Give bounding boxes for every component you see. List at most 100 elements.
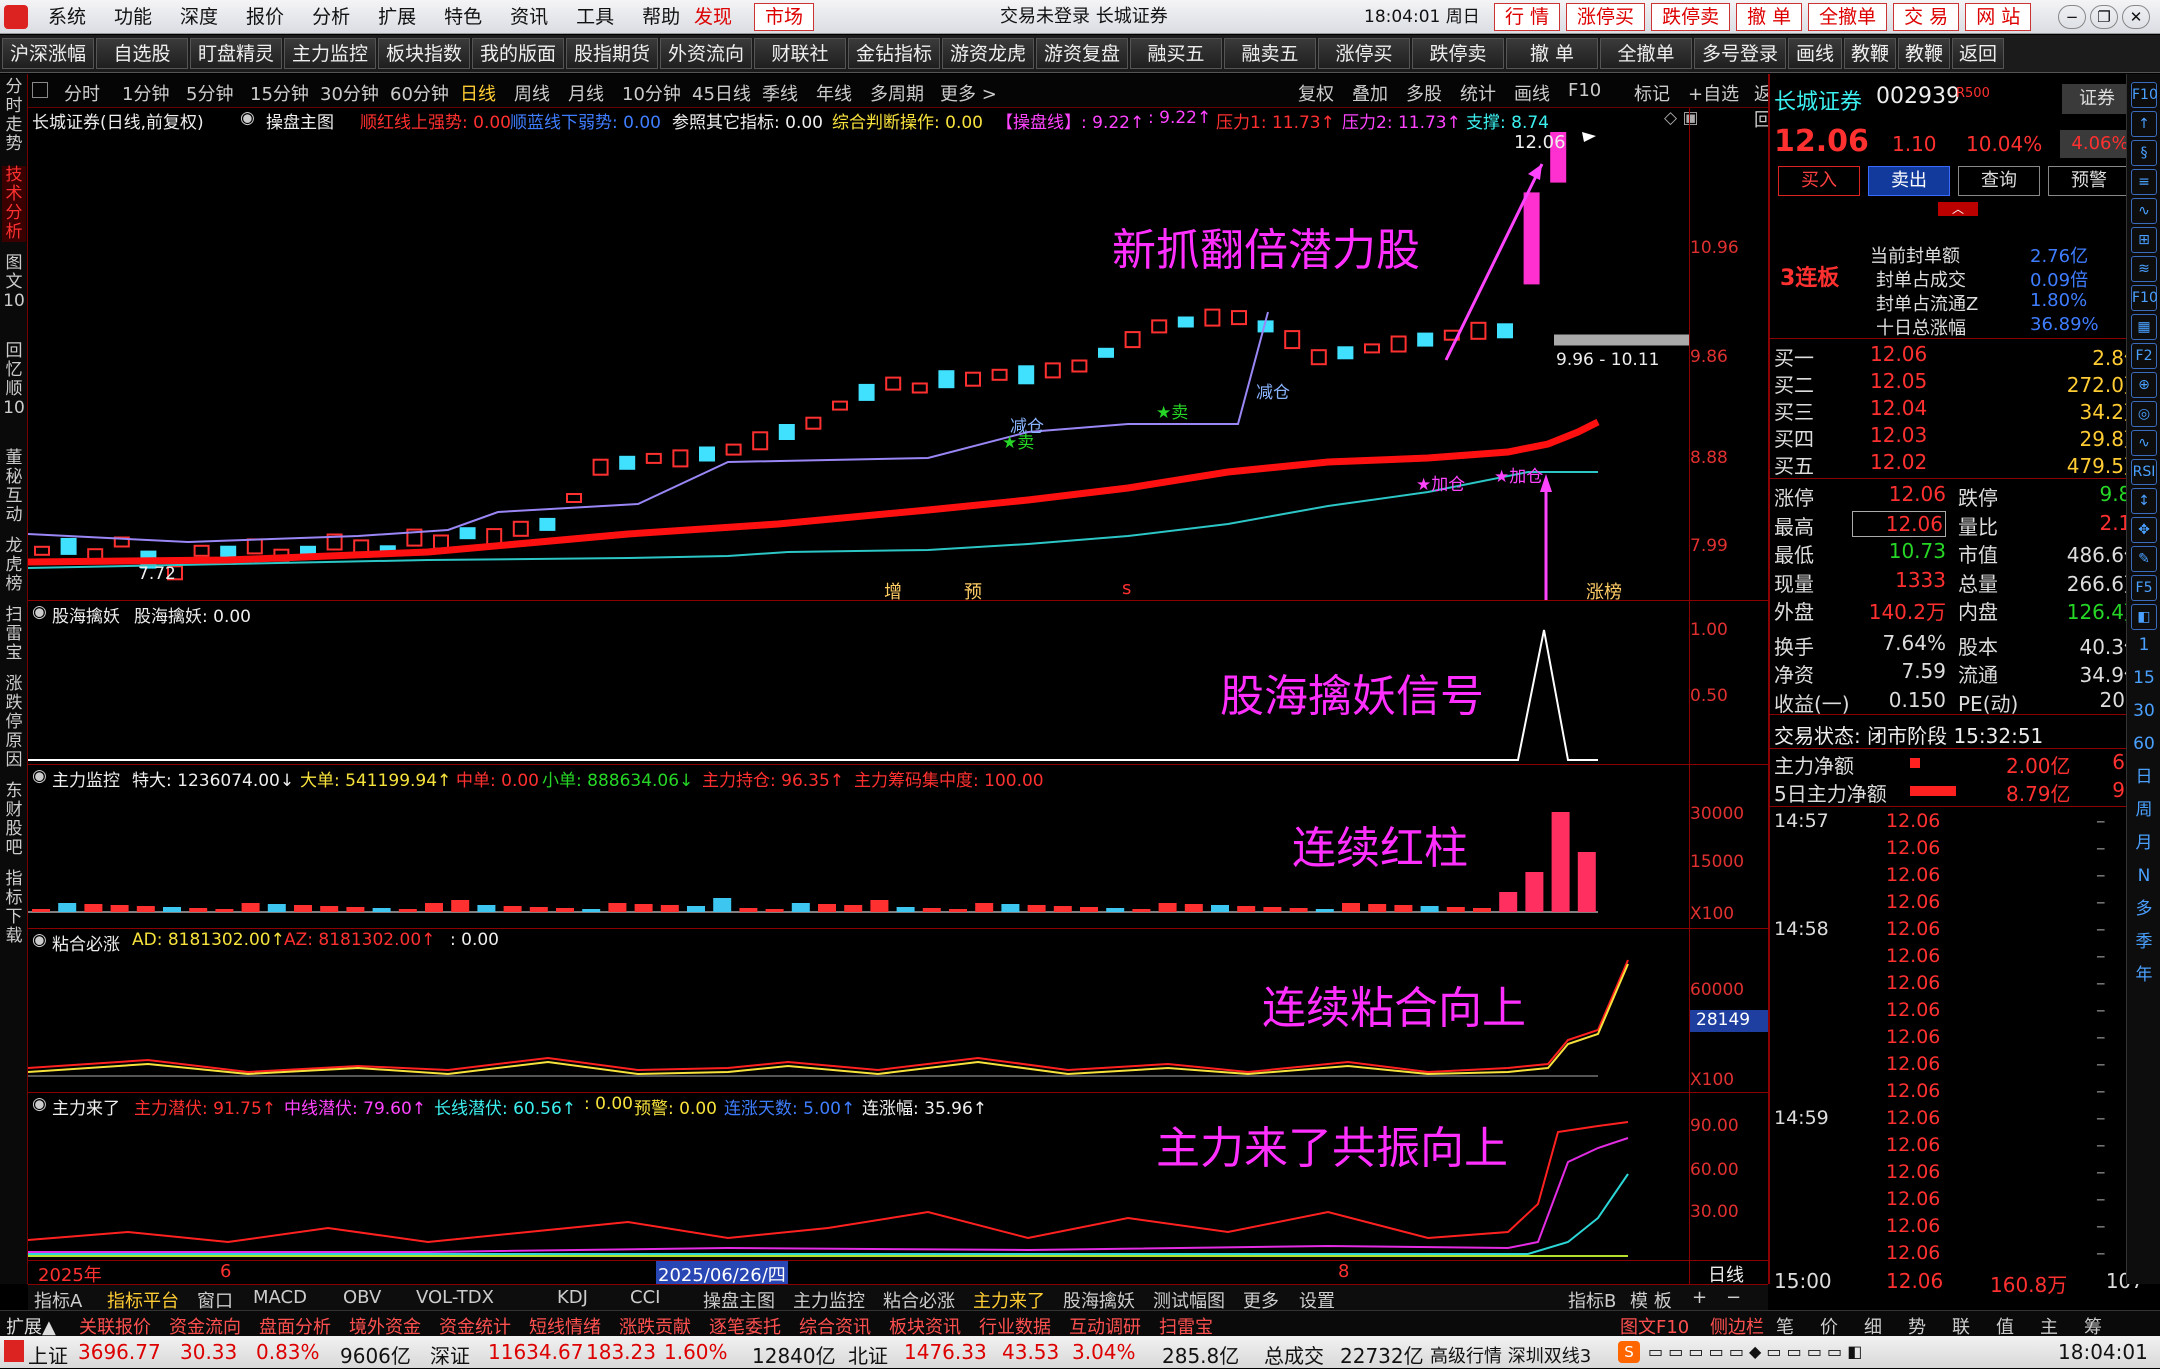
- indicator-gear-icon[interactable]: ◉: [240, 108, 255, 128]
- title-action-3[interactable]: 撤 单: [1736, 3, 1803, 31]
- alert-button[interactable]: 预警: [2048, 166, 2130, 196]
- side-icon-27[interactable]: 多: [2131, 897, 2157, 923]
- side-icon-12[interactable]: ∿: [2131, 430, 2157, 456]
- collapse-icon[interactable]: ︿: [1938, 202, 1978, 216]
- side-icon-21[interactable]: 30: [2131, 699, 2157, 725]
- toolbar-21[interactable]: 教鞭B: [1898, 38, 1950, 96]
- left-nav-4[interactable]: 董秘互动: [2, 449, 26, 525]
- stock-category[interactable]: 证券: [2062, 84, 2132, 114]
- title-action-4[interactable]: 全撤单: [1808, 3, 1888, 31]
- period-6[interactable]: 日线: [460, 80, 496, 106]
- toolbar-6[interactable]: 股指期货: [566, 38, 658, 69]
- menu-0[interactable]: 系统: [34, 0, 100, 34]
- left-nav-8[interactable]: 东财股吧: [2, 782, 26, 858]
- side-icon-25[interactable]: 月: [2131, 831, 2157, 857]
- side-icon-10[interactable]: ⊕: [2131, 372, 2157, 398]
- side-icon-5[interactable]: ⊞: [2131, 227, 2157, 253]
- side-icon-24[interactable]: 周: [2131, 798, 2157, 824]
- period-0[interactable]: 分时: [64, 80, 100, 106]
- period-tool-6[interactable]: 标记: [1634, 80, 1670, 106]
- sogou-icon[interactable]: S: [1618, 1341, 1640, 1363]
- toolbar-15[interactable]: 跌停卖: [1412, 38, 1504, 69]
- toolbar-3[interactable]: 主力监控: [284, 38, 376, 69]
- title-action-0[interactable]: 行 情: [1494, 3, 1561, 31]
- period-10[interactable]: 45日线: [692, 80, 751, 106]
- title-action-2[interactable]: 跌停卖: [1651, 3, 1731, 31]
- minimize-icon[interactable]: −: [2058, 5, 2086, 29]
- toolbar-9[interactable]: 金钻指标: [848, 38, 940, 69]
- side-icon-14[interactable]: ↕: [2131, 488, 2157, 514]
- menu-2[interactable]: 深度: [166, 0, 232, 34]
- toolbar-8[interactable]: 财联社: [754, 38, 846, 69]
- toolbar-16[interactable]: 撤 单: [1506, 38, 1598, 69]
- left-nav-5[interactable]: 龙虎榜: [2, 537, 26, 594]
- indicator-tab-5[interactable]: VOL-TDX: [416, 1287, 494, 1308]
- toolbar-4[interactable]: 板块指数: [378, 38, 470, 69]
- toolbar-13[interactable]: 融卖五: [1224, 38, 1316, 69]
- side-icon-18[interactable]: ◧: [2131, 604, 2157, 630]
- period-8[interactable]: 月线: [568, 80, 604, 106]
- side-icon-8[interactable]: ▦: [2131, 314, 2157, 340]
- toolbar-19[interactable]: 画线: [1788, 38, 1842, 69]
- left-nav-6[interactable]: 扫雷宝: [2, 606, 26, 663]
- period-tool-4[interactable]: 画线: [1514, 80, 1550, 106]
- grid-toggle-icon[interactable]: [32, 82, 48, 98]
- period-tool-3[interactable]: 统计: [1460, 80, 1496, 106]
- side-icon-4[interactable]: ∿: [2131, 198, 2157, 224]
- side-icon-26[interactable]: N: [2131, 864, 2157, 890]
- toolbar-22[interactable]: 返回: [1952, 38, 2004, 69]
- menu-5[interactable]: 扩展: [364, 0, 430, 34]
- period-tool-1[interactable]: 叠加: [1352, 80, 1388, 106]
- indicator-tab-7[interactable]: CCI: [630, 1287, 660, 1308]
- side-icon-15[interactable]: ✥: [2131, 517, 2157, 543]
- side-icon-17[interactable]: F5: [2131, 575, 2157, 601]
- menu-find[interactable]: 发现: [694, 0, 732, 34]
- period-9[interactable]: 10分钟: [622, 80, 681, 106]
- menu-7[interactable]: 资讯: [496, 0, 562, 34]
- side-icon-9[interactable]: F2: [2131, 343, 2157, 369]
- period-14[interactable]: 更多 >: [940, 80, 997, 106]
- side-icon-3[interactable]: ≡: [2131, 169, 2157, 195]
- menu-6[interactable]: 特色: [430, 0, 496, 34]
- sell-button[interactable]: 卖出: [1868, 166, 1950, 196]
- side-icon-6[interactable]: ≋: [2131, 256, 2157, 282]
- menu-1[interactable]: 功能: [100, 0, 166, 34]
- indicator-tab-4[interactable]: OBV: [343, 1287, 381, 1308]
- left-nav-3[interactable]: 回忆顺10: [2, 342, 26, 418]
- side-icon-22[interactable]: 60: [2131, 732, 2157, 758]
- toolbar-7[interactable]: 外资流向: [660, 38, 752, 69]
- period-tool-7[interactable]: +自选: [1688, 80, 1739, 106]
- restore-icon[interactable]: ❐: [2090, 5, 2118, 29]
- menu-3[interactable]: 报价: [232, 0, 298, 34]
- toolbar-12[interactable]: 融买五: [1130, 38, 1222, 69]
- query-button[interactable]: 查询: [1958, 166, 2040, 196]
- indicator-right-3[interactable]: −: [1726, 1287, 1741, 1308]
- period-tool-5[interactable]: F10: [1568, 80, 1601, 101]
- menu-4[interactable]: 分析: [298, 0, 364, 34]
- toolbar-17[interactable]: 全撤单: [1600, 38, 1692, 69]
- menu-9[interactable]: 帮助: [628, 0, 694, 34]
- tray-icons[interactable]: ▭ ▭ ▭ ▭ ▭ ◆ ▭ ▭ ▭ ▭ ◧: [1648, 1342, 1862, 1361]
- indicator-right-2[interactable]: +: [1692, 1287, 1707, 1308]
- side-icon-1[interactable]: ↑: [2131, 111, 2157, 137]
- side-icon-19[interactable]: 1: [2131, 633, 2157, 659]
- left-nav-9[interactable]: 指标下载: [2, 870, 26, 946]
- indicator-tab-3[interactable]: MACD: [253, 1287, 307, 1308]
- side-icon-23[interactable]: 日: [2131, 765, 2157, 791]
- toolbar-2[interactable]: 盯盘精灵: [190, 38, 282, 69]
- period-1[interactable]: 1分钟: [122, 80, 169, 106]
- title-action-1[interactable]: 涨停买: [1566, 3, 1646, 31]
- expand-icon[interactable]: ◇ ▣: [1664, 108, 1699, 128]
- toolbar-11[interactable]: 游资复盘: [1036, 38, 1128, 69]
- indicator-tab-6[interactable]: KDJ: [557, 1287, 588, 1308]
- period-12[interactable]: 年线: [816, 80, 852, 106]
- toolbar-10[interactable]: 游资龙虎: [942, 38, 1034, 69]
- side-icon-7[interactable]: F10: [2131, 285, 2158, 311]
- side-icon-28[interactable]: 季: [2131, 930, 2157, 956]
- menu-market[interactable]: 市场: [754, 3, 815, 31]
- side-icon-20[interactable]: 15: [2131, 666, 2157, 692]
- left-nav-2[interactable]: 图文10: [2, 254, 26, 311]
- period-3[interactable]: 15分钟: [250, 80, 309, 106]
- toolbar-0[interactable]: 沪深涨幅: [2, 38, 94, 69]
- period-7[interactable]: 周线: [514, 80, 550, 106]
